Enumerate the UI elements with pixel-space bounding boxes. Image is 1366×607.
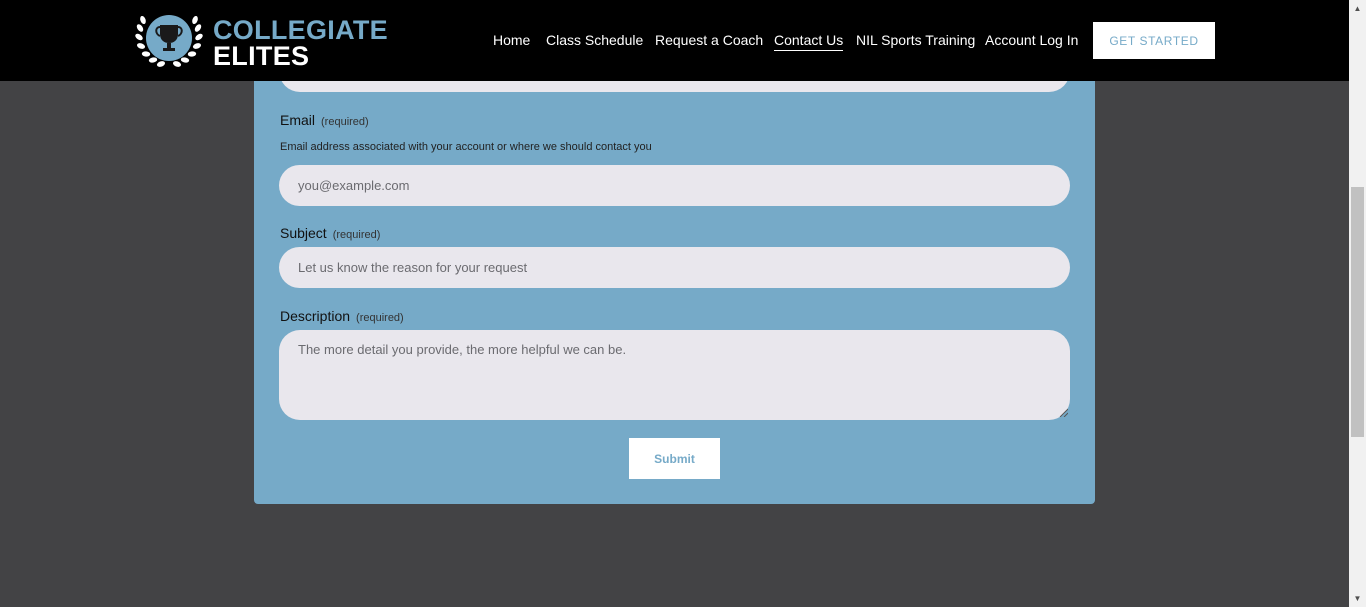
site-header: COLLEGIATE ELITES Home Class Schedule Re…: [0, 0, 1349, 81]
page-scrollbar[interactable]: ▲ ▼: [1349, 0, 1366, 607]
site-logo[interactable]: COLLEGIATE ELITES: [134, 12, 388, 71]
email-required-note: (required): [321, 116, 369, 128]
email-input[interactable]: [279, 165, 1070, 206]
subject-input[interactable]: [279, 247, 1070, 288]
trophy-laurel-icon: [135, 15, 203, 67]
logo-text-elites: ELITES: [213, 41, 310, 71]
submit-button[interactable]: Submit: [629, 438, 720, 479]
nav-nil-sports-training[interactable]: NIL Sports Training: [856, 31, 975, 49]
nav-class-schedule[interactable]: Class Schedule: [546, 31, 643, 49]
scroll-down-arrow-icon[interactable]: ▼: [1349, 590, 1366, 607]
description-required-note: (required): [356, 312, 404, 324]
description-label-text: Description: [280, 308, 351, 324]
subject-label-text: Subject: [280, 225, 327, 241]
scroll-up-arrow-icon[interactable]: ▲: [1349, 0, 1366, 17]
email-helper-text: Email address associated with your accou…: [280, 141, 652, 153]
subject-label: Subject (required): [280, 225, 380, 243]
description-textarea[interactable]: [279, 330, 1070, 420]
nav-home[interactable]: Home: [493, 31, 530, 49]
email-label: Email (required): [280, 112, 369, 130]
get-started-button[interactable]: GET STARTED: [1093, 22, 1215, 59]
resize-grip-icon[interactable]: [1058, 407, 1068, 417]
nav-contact-us[interactable]: Contact Us: [774, 31, 844, 51]
scroll-thumb[interactable]: [1351, 187, 1364, 437]
nav-account-log-in[interactable]: Account Log In: [985, 31, 1078, 49]
nav-request-a-coach[interactable]: Request a Coach: [655, 31, 763, 49]
email-label-text: Email: [280, 112, 316, 128]
subject-required-note: (required): [332, 229, 381, 241]
description-label: Description (required): [280, 308, 404, 326]
